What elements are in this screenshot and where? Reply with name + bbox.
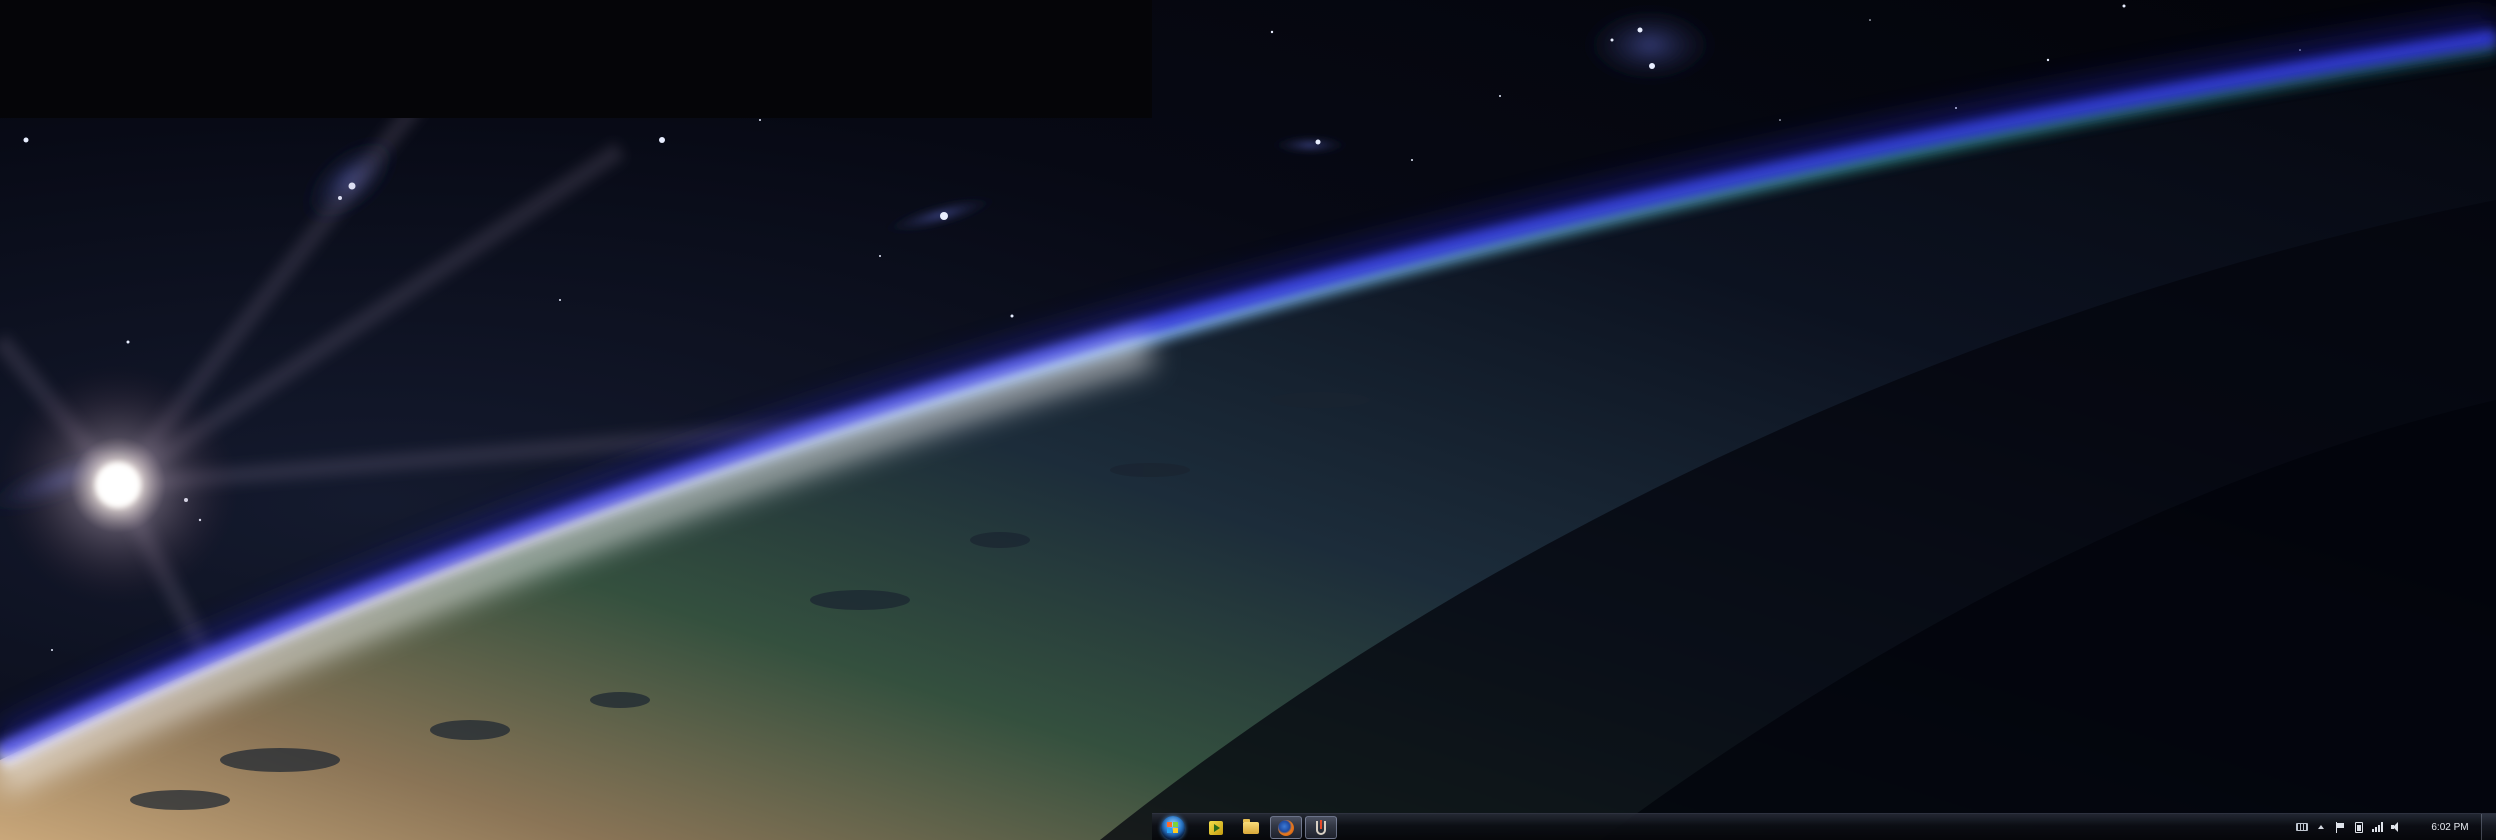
power-icon[interactable] — [2353, 821, 2365, 833]
show-hidden-icons-arrow[interactable] — [2315, 821, 2327, 833]
media-player-icon — [1209, 820, 1223, 835]
windows-start-orb-icon — [1161, 816, 1185, 840]
keyboard-icon[interactable] — [2296, 821, 2308, 833]
folder-icon — [1243, 818, 1259, 834]
taskbar-button-explorer[interactable] — [1235, 816, 1267, 839]
firefox-icon — [1278, 819, 1294, 836]
show-desktop-button[interactable] — [2481, 814, 2496, 840]
taskbar-button-app[interactable] — [1305, 816, 1337, 839]
taskbar-button-firefox[interactable] — [1270, 816, 1302, 839]
taskbar[interactable]: 6:02 PM — [1152, 813, 2496, 840]
app-icon — [1314, 819, 1328, 836]
taskbar-button-media-player[interactable] — [1200, 816, 1232, 839]
volume-icon[interactable] — [2391, 821, 2403, 833]
action-center-flag-icon[interactable] — [2334, 821, 2346, 833]
network-signal-icon[interactable] — [2372, 821, 2384, 833]
tray-icons — [2296, 821, 2403, 833]
taskbar-buttons — [1200, 816, 1337, 839]
desktop[interactable]: 6:02 PM — [0, 0, 2496, 840]
system-tray: 6:02 PM — [2296, 814, 2496, 840]
space-earth-wallpaper — [0, 0, 2496, 840]
black-screen-region — [0, 0, 1152, 118]
start-button[interactable] — [1158, 814, 1188, 840]
clock[interactable]: 6:02 PM — [2419, 822, 2481, 833]
